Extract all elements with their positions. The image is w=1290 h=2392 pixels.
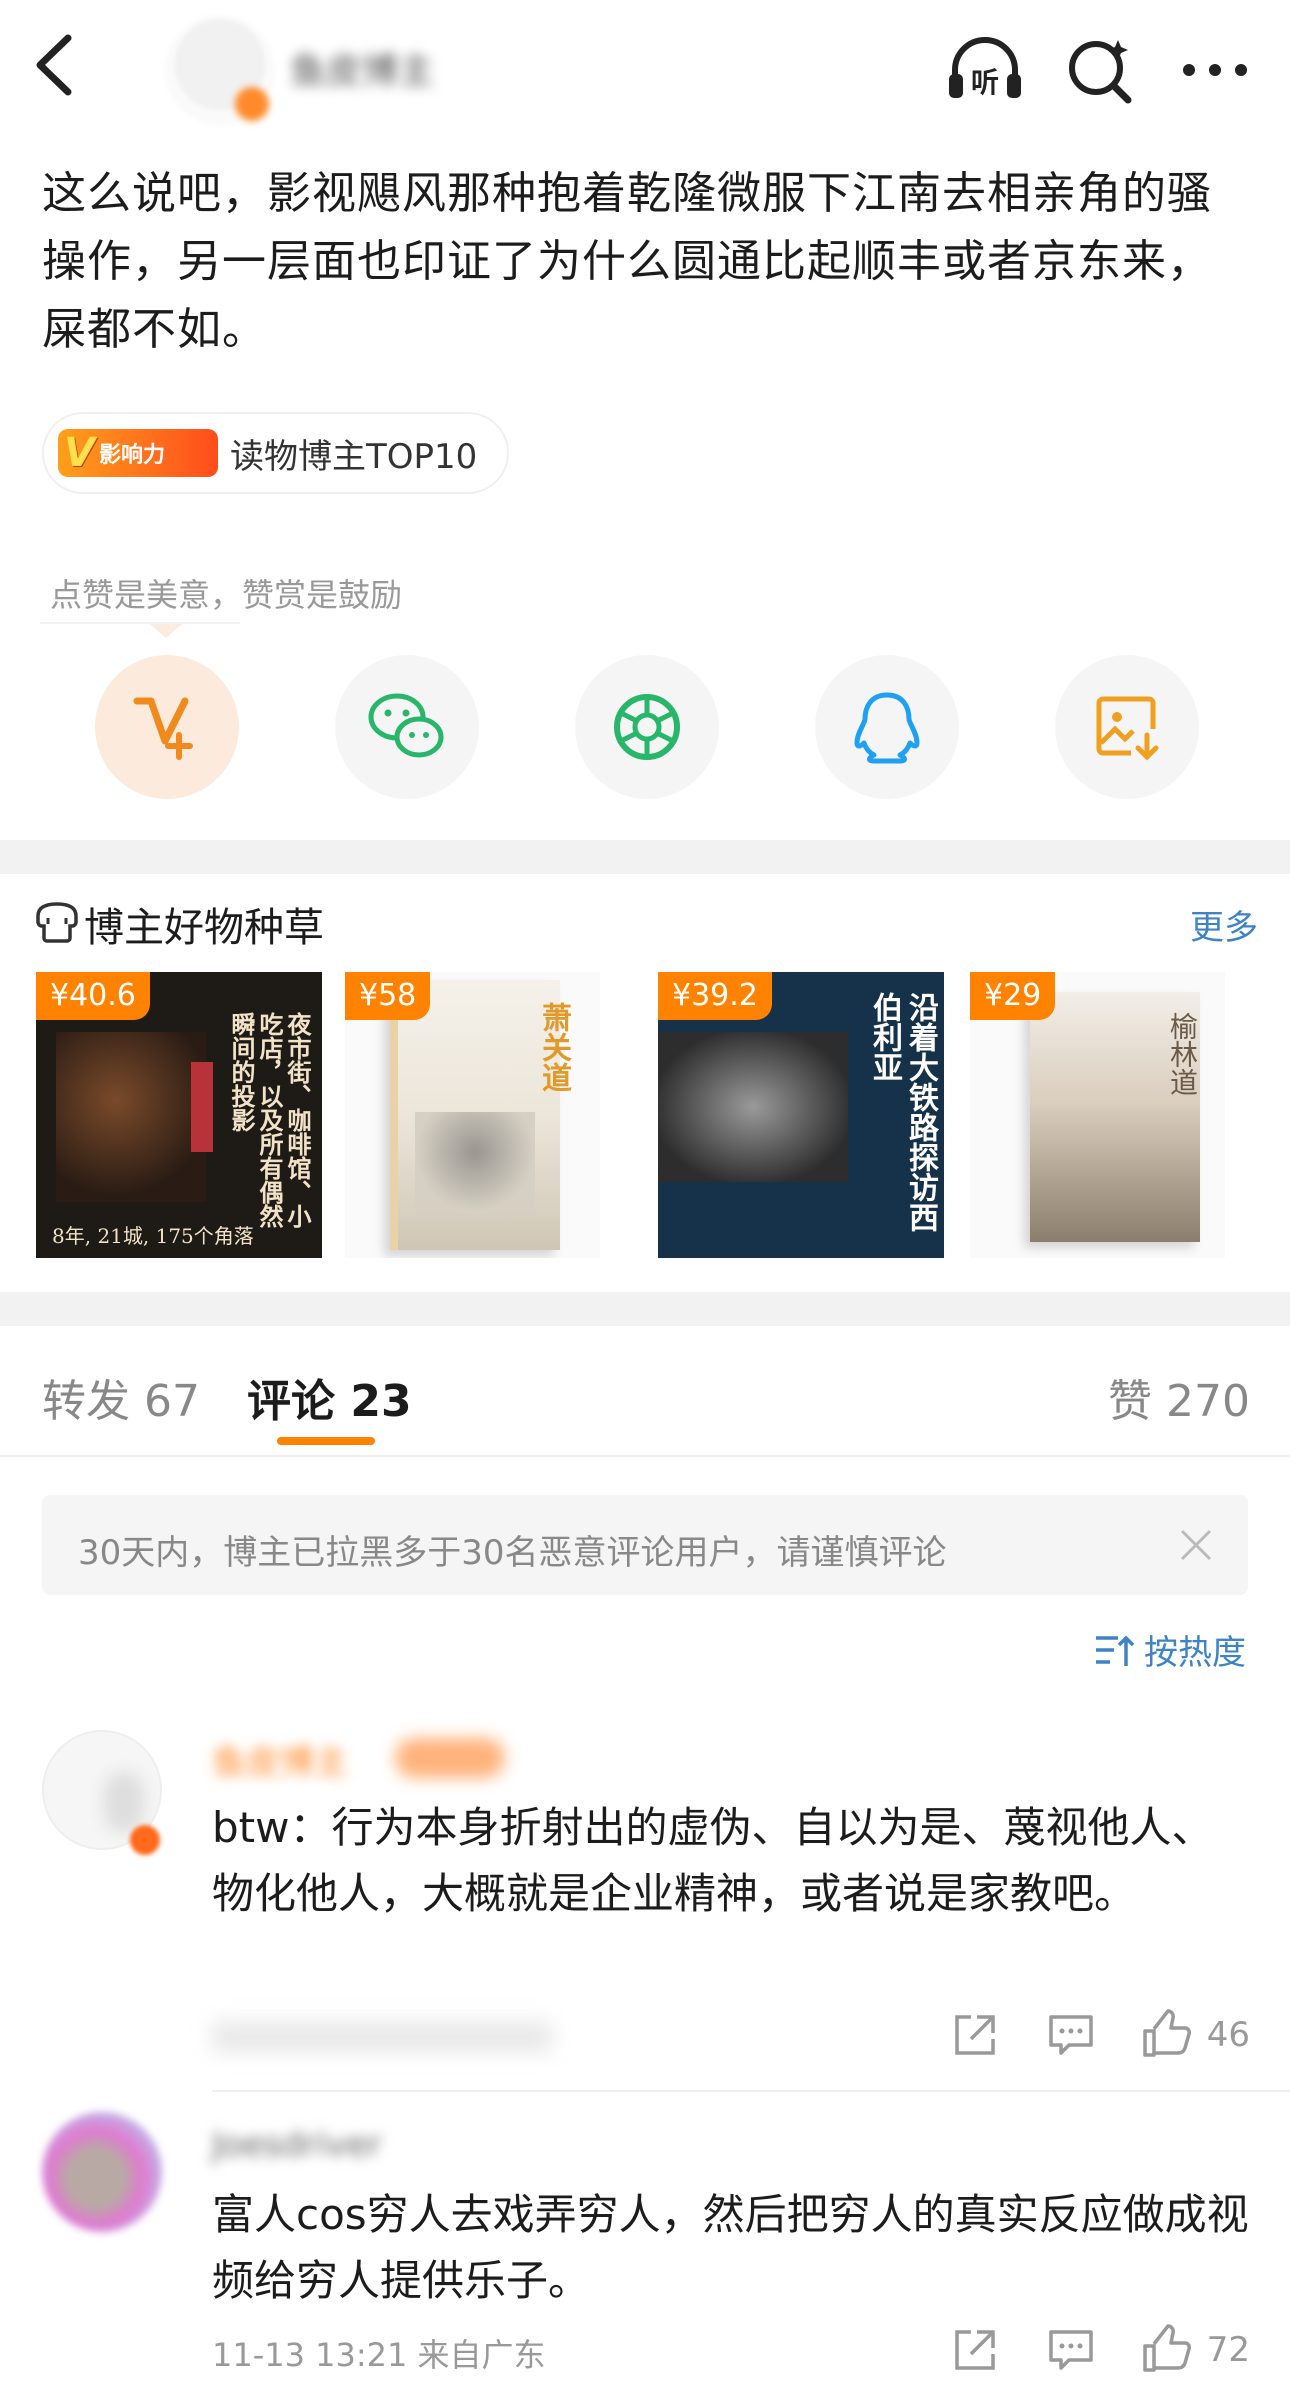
goods-title: 博主好物种草 (84, 905, 324, 951)
author-name[interactable]: 鱼皮博主 (290, 42, 434, 94)
influence-logo: V 影响力 (58, 429, 218, 477)
influence-badge[interactable]: V 影响力 读物博主TOP10 (42, 412, 510, 494)
interaction-tabs: 转发 67 评论 23 赞 270 (0, 1325, 1290, 1455)
comment-author[interactable]: 鱼皮博主 (212, 1735, 348, 1784)
share-moments-button[interactable] (575, 655, 719, 799)
book-price: ¥29 (970, 972, 1056, 1020)
share-wechat-button[interactable] (335, 655, 479, 799)
save-image-button[interactable] (1055, 655, 1199, 799)
repost-icon[interactable] (947, 2322, 1003, 2378)
repost-icon[interactable] (947, 2007, 1003, 2063)
comment-actions: 72 (947, 2320, 1250, 2380)
book-cover-photo (56, 1032, 206, 1202)
tab-comments[interactable]: 评论 23 (247, 1365, 412, 1429)
close-icon[interactable] (1174, 1523, 1218, 1567)
book-cover-subtitle: 8年, 21城, 175个角落 (52, 1224, 254, 1248)
goods-more-link[interactable]: 更多 (1190, 900, 1258, 949)
comment-text: btw：行为本身折射出的虚伪、自以为是、蔑视他人、物化他人，大概就是企业精神，或… (212, 1803, 1214, 1918)
back-icon[interactable] (30, 30, 80, 100)
comment-notice: 30天内，博主已拉黑多于30名恶意评论用户，请谨慎评论 (42, 1495, 1248, 1595)
reward-icon (133, 697, 193, 760)
book-card-2[interactable]: ¥58 萧关道 (345, 972, 600, 1258)
v-icon: V (64, 430, 95, 476)
tab-repost-count: 67 (144, 1376, 200, 1427)
wechat-icon (368, 693, 444, 758)
book-cover-figure (191, 1062, 213, 1152)
book-card-1[interactable]: ¥40.6 夜市街、咖啡馆、小吃店，以及所有偶然瞬间的投影 8年, 21城, 1… (36, 972, 322, 1258)
author-avatar[interactable] (165, 15, 275, 125)
book-cover-photo (415, 1112, 535, 1212)
book-cover-title: 榆林道 (1166, 1012, 1199, 1096)
tab-likes[interactable]: 赞 270 (1108, 1365, 1250, 1429)
shop-icon (34, 898, 80, 944)
reward-button[interactable] (95, 655, 239, 799)
tab-repost-label: 转发 (42, 1376, 130, 1427)
influence-logo-label: 影响力 (98, 443, 165, 468)
more-icon[interactable] (1175, 30, 1255, 110)
divider (40, 622, 240, 624)
like-count: 46 (1206, 2015, 1250, 2055)
section-divider (0, 1292, 1290, 1326)
thumb-up-icon (1142, 2009, 1191, 2057)
comment-meta: 11-13 13:21 来自广东 (212, 2336, 546, 2374)
thumb-up-icon (1142, 2324, 1191, 2372)
comment-icon[interactable] (1043, 2322, 1099, 2378)
like-count: 72 (1206, 2330, 1250, 2370)
avatar-image (104, 1772, 144, 1832)
section-divider (0, 840, 1290, 874)
comment-meta-blurred (212, 2022, 552, 2052)
divider (0, 1455, 1290, 1457)
book-cover-title: 萧关道 (536, 1002, 571, 1092)
book-price: ¥40.6 (36, 972, 150, 1020)
comment-actions: 46 (947, 2005, 1250, 2065)
notice-text: 30天内，博主已拉黑多于30名恶意评论用户，请谨慎评论 (78, 1533, 947, 1573)
tab-comments-count: 23 (350, 1376, 412, 1427)
tab-likes-label: 赞 (1108, 1376, 1153, 1427)
influence-text: 读物博主TOP10 (230, 436, 478, 477)
top-bar: 鱼皮博主 听 (0, 0, 1290, 135)
tab-repost[interactable]: 转发 67 (42, 1365, 200, 1429)
like-button[interactable]: 46 (1139, 2007, 1250, 2063)
save-image-icon (1096, 696, 1159, 761)
comment-icon[interactable] (1043, 2007, 1099, 2063)
share-row (0, 655, 1290, 805)
share-qq-button[interactable] (815, 655, 959, 799)
comment-divider (212, 2090, 1290, 2092)
tooltip-caret (150, 624, 182, 638)
avatar[interactable] (42, 2112, 162, 2232)
post-text: 这么说吧，影视飓风那种抱着乾隆微服下江南去相亲角的骚操作，另一层面也印证了为什么… (42, 168, 1212, 355)
tab-comments-label: 评论 (247, 1376, 335, 1427)
book-cover-title: 沿着大铁路探访西伯利亚 (867, 992, 938, 1232)
search-icon[interactable] (1060, 30, 1140, 110)
qq-icon (854, 692, 920, 764)
comment-author[interactable]: Joesdriver (212, 2125, 382, 2165)
sort-icon (1096, 1635, 1134, 1666)
book-card-3[interactable]: ¥39.2 沿着大铁路探访西伯利亚 (658, 972, 944, 1258)
comment-text: 富人cos穷人去戏弄穷人，然后把穷人的真实反应做成视频给穷人提供乐子。 (212, 2190, 1249, 2305)
book-price: ¥58 (345, 972, 431, 1020)
book-price: ¥39.2 (658, 972, 772, 1020)
tab-likes-count: 270 (1166, 1376, 1250, 1427)
book-cover-title: 夜市街、咖啡馆、小吃店，以及所有偶然瞬间的投影 (227, 1012, 312, 1228)
verified-badge (235, 87, 269, 121)
sort-label: 按热度 (1144, 1633, 1246, 1673)
tab-active-indicator (277, 1437, 375, 1445)
book-cover-photo (658, 1032, 848, 1182)
listen-icon[interactable]: 听 (945, 30, 1025, 110)
verified-badge (130, 1825, 160, 1855)
moments-icon (614, 694, 680, 760)
sort-by-hot-button[interactable]: 按热度 (1094, 1625, 1246, 1674)
book-card-4[interactable]: ¥29 榆林道 (970, 972, 1225, 1258)
user-badge (395, 1738, 505, 1778)
listen-label: 听 (971, 66, 999, 99)
like-button[interactable]: 72 (1139, 2322, 1250, 2378)
reward-hint: 点赞是美意，赞赏是鼓励 (50, 576, 403, 614)
